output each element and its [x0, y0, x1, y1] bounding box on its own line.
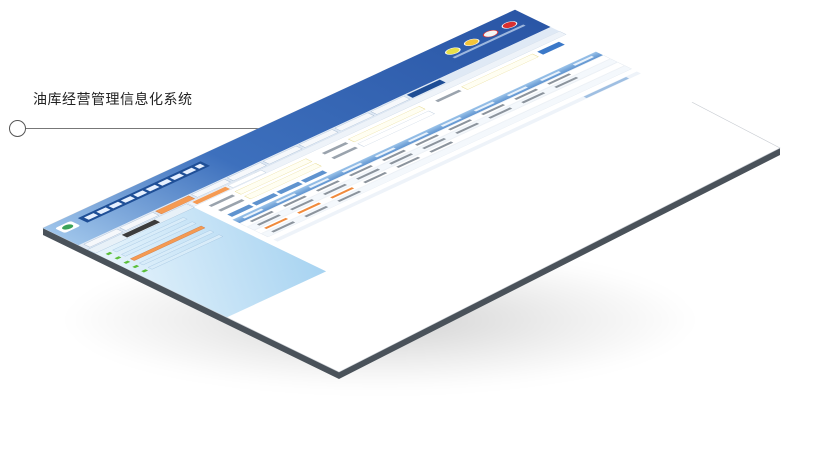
tilted-screen: [42, 9, 781, 379]
screen-mockup: [0, 0, 825, 455]
